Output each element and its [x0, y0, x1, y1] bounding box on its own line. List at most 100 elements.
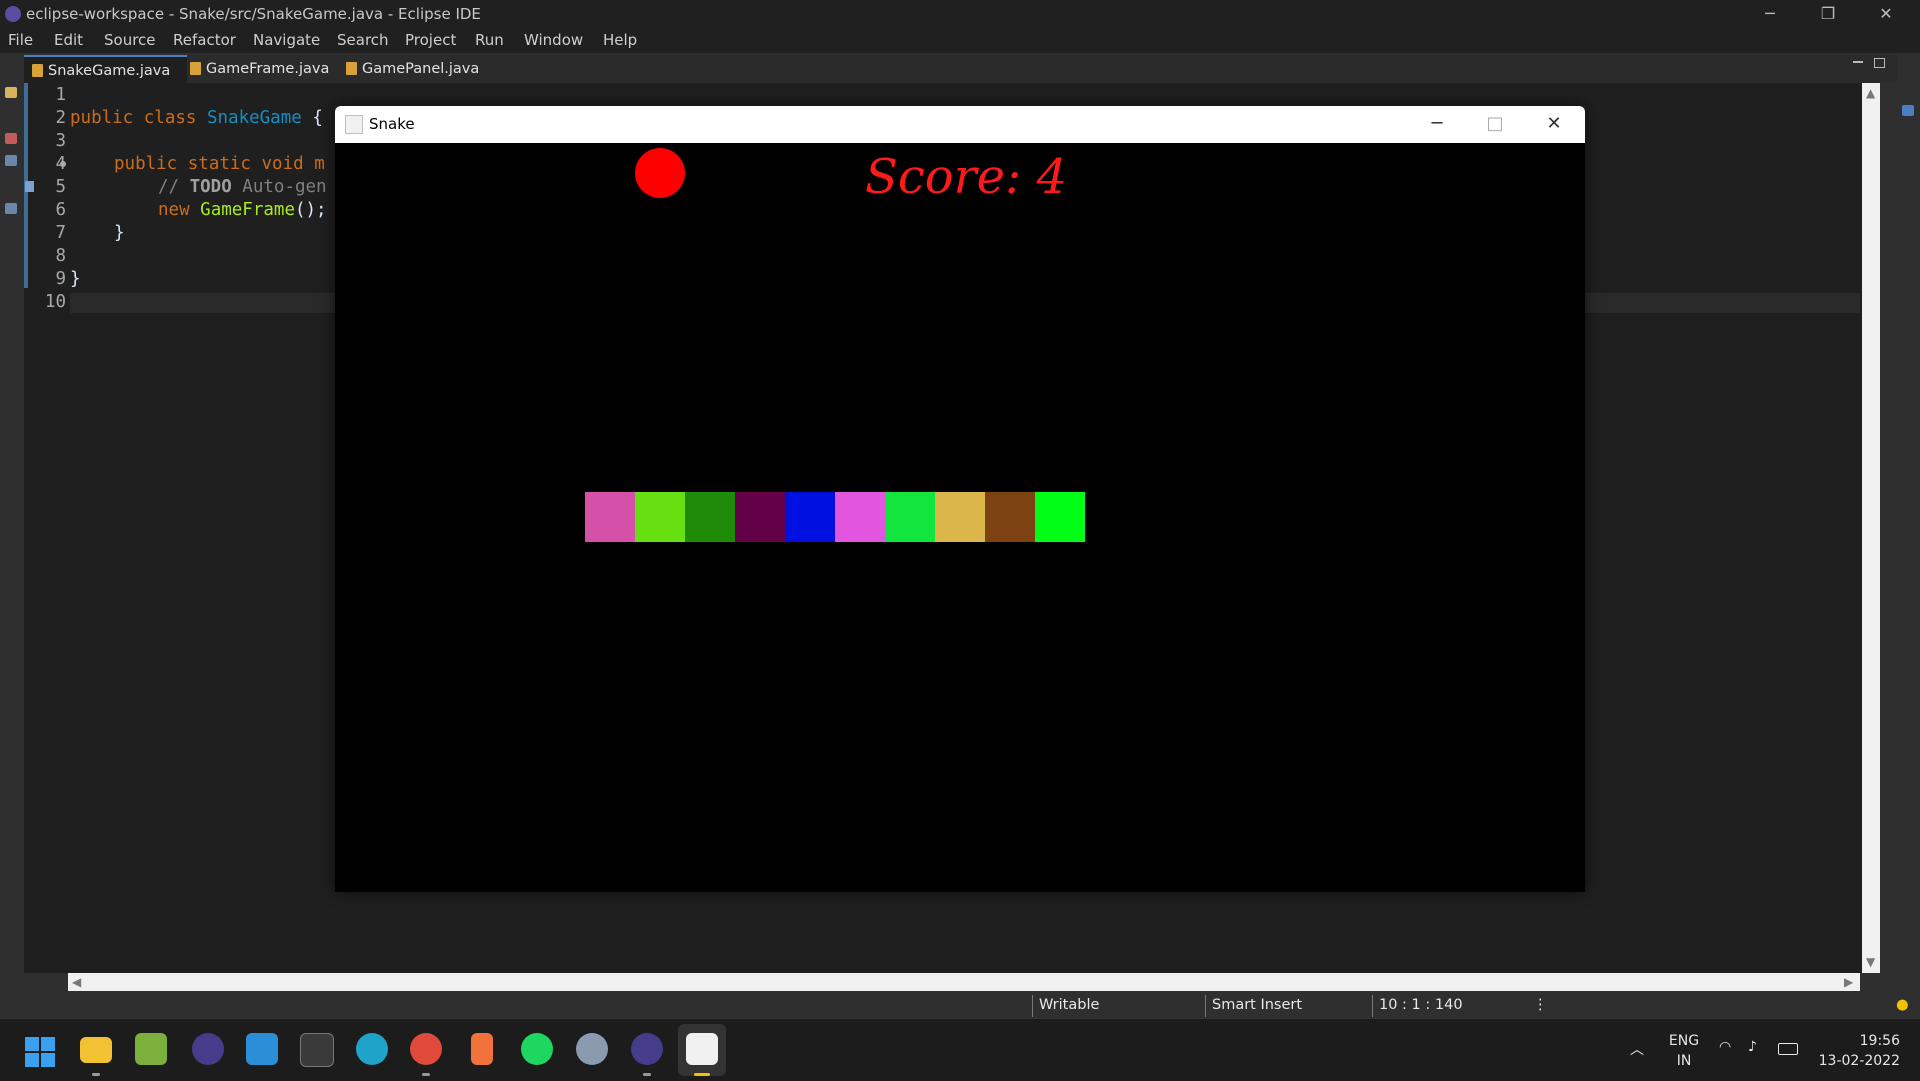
- clock-date[interactable]: 13-02-2022: [1800, 1053, 1900, 1069]
- language-code[interactable]: ENG: [1666, 1033, 1702, 1049]
- java-file-icon: [346, 62, 357, 75]
- snake-maximize-button[interactable]: □: [1475, 111, 1515, 137]
- code-line-7: }: [114, 223, 125, 243]
- status-separator: [1372, 995, 1373, 1017]
- menu-window[interactable]: Window: [524, 31, 583, 49]
- line-number: 2: [55, 108, 66, 128]
- code-keyword: public class: [70, 108, 207, 128]
- running-indicator: [92, 1073, 100, 1076]
- code-comment: //: [158, 177, 190, 197]
- vscode-icon[interactable]: [246, 1033, 278, 1065]
- code-keyword: new: [158, 200, 201, 220]
- status-menu-icon[interactable]: ⋮: [1533, 997, 1548, 1013]
- status-cursor-position: 10 : 1 : 140: [1379, 997, 1463, 1013]
- left-trim-bar: [0, 83, 22, 1018]
- settings-icon[interactable]: [576, 1033, 608, 1065]
- clock-time[interactable]: 19:56: [1820, 1033, 1900, 1049]
- scroll-right-icon[interactable]: ▶: [1844, 975, 1853, 989]
- menu-bar: File Edit Source Refactor Navigate Searc…: [0, 28, 1920, 53]
- status-insert-mode: Smart Insert: [1212, 997, 1303, 1013]
- file-explorer-icon[interactable]: [80, 1037, 112, 1063]
- spotify-icon[interactable]: [521, 1033, 553, 1065]
- outline-icon[interactable]: [5, 133, 17, 144]
- apple: [635, 148, 685, 198]
- scroll-down-icon[interactable]: ▼: [1866, 955, 1875, 969]
- snake-minimize-button[interactable]: ─: [1417, 111, 1457, 137]
- scroll-left-icon[interactable]: ◀: [72, 975, 81, 989]
- code-line-5: // TODO Auto-gen: [158, 177, 327, 197]
- editor-tab-bar: SnakeGame.java × GameFrame.java GamePane…: [24, 55, 1904, 107]
- line-number: 1: [55, 85, 66, 105]
- window-title: eclipse-workspace - Snake/src/SnakeGame.…: [26, 5, 481, 23]
- line-number: 3: [55, 131, 66, 151]
- eclipse-icon[interactable]: [631, 1033, 663, 1065]
- close-button[interactable]: ✕: [1857, 0, 1915, 28]
- wifi-icon[interactable]: ◠: [1719, 1039, 1731, 1055]
- vertical-scrollbar[interactable]: ▲ ▼: [1862, 83, 1880, 973]
- hierarchy-icon[interactable]: [5, 155, 17, 166]
- menu-project[interactable]: Project: [405, 31, 456, 49]
- start-icon[interactable]: [25, 1037, 55, 1067]
- eclipse-icon[interactable]: [192, 1033, 224, 1065]
- menu-edit[interactable]: Edit: [54, 31, 83, 49]
- tip-lightbulb-icon[interactable]: ●: [1896, 997, 1909, 1013]
- line-number: 6: [55, 200, 66, 220]
- status-writable: Writable: [1039, 997, 1100, 1013]
- battery-icon[interactable]: [1778, 1043, 1798, 1055]
- active-indicator: [694, 1073, 710, 1076]
- language-region[interactable]: IN: [1666, 1053, 1702, 1069]
- package-explorer-icon[interactable]: [5, 87, 17, 98]
- code-todo: TODO: [189, 177, 232, 197]
- menu-run[interactable]: Run: [475, 31, 504, 49]
- snake-segment: [735, 492, 785, 542]
- menu-file[interactable]: File: [8, 31, 33, 49]
- restore-button[interactable]: ❐: [1799, 0, 1857, 28]
- tab-label: GamePanel.java: [362, 61, 480, 77]
- java-file-icon: [190, 62, 201, 75]
- tab-snakegame[interactable]: SnakeGame.java ×: [24, 55, 187, 107]
- tab-label: SnakeGame.java: [48, 63, 171, 79]
- chrome-icon[interactable]: [410, 1033, 442, 1065]
- menu-navigate[interactable]: Navigate: [253, 31, 320, 49]
- running-indicator: [422, 1073, 430, 1076]
- tab-gameframe[interactable]: GameFrame.java: [186, 55, 340, 83]
- snake-segment: [835, 492, 885, 542]
- horizontal-scrollbar[interactable]: ◀ ▶: [68, 973, 1860, 991]
- tab-label: GameFrame.java: [206, 61, 330, 77]
- java-icon[interactable]: [686, 1033, 718, 1065]
- line-number: 9: [55, 269, 66, 289]
- terminal-icon[interactable]: [300, 1033, 334, 1067]
- line-number: 8: [55, 246, 66, 266]
- volume-icon[interactable]: ♪: [1748, 1039, 1757, 1055]
- code-text: {: [301, 108, 323, 128]
- snake-window-title: Snake: [369, 115, 415, 133]
- menu-source[interactable]: Source: [104, 31, 156, 49]
- figma-icon[interactable]: [471, 1033, 493, 1065]
- tab-gamepanel[interactable]: GamePanel.java: [342, 55, 496, 83]
- game-canvas[interactable]: Score: 4: [335, 143, 1585, 892]
- code-line-9: }: [70, 269, 81, 289]
- menu-search[interactable]: Search: [337, 31, 389, 49]
- snake-segment: [885, 492, 935, 542]
- menu-refactor[interactable]: Refactor: [173, 31, 236, 49]
- image-viewer-icon[interactable]: [135, 1033, 167, 1065]
- minimize-view-icon[interactable]: [1853, 61, 1863, 63]
- fold-marker-icon[interactable]: [60, 161, 66, 167]
- tray-chevron-icon[interactable]: ︿: [1630, 1039, 1644, 1059]
- status-separator: [1205, 995, 1206, 1017]
- code-text: m: [303, 154, 325, 174]
- code-line-4: public static void m: [114, 154, 325, 174]
- code-keyword: public static void: [114, 154, 304, 174]
- right-trim-bar: [1897, 55, 1920, 1015]
- snake-segment: [585, 492, 635, 542]
- maximize-view-icon[interactable]: [1874, 58, 1885, 68]
- task-list-icon[interactable]: [1902, 105, 1914, 116]
- minimize-button[interactable]: ─: [1741, 0, 1799, 28]
- snake-segment: [985, 492, 1035, 542]
- edge-icon[interactable]: [356, 1033, 388, 1065]
- snake-close-button[interactable]: ✕: [1534, 111, 1574, 137]
- menu-help[interactable]: Help: [603, 31, 637, 49]
- scroll-up-icon[interactable]: ▲: [1866, 86, 1875, 100]
- status-separator: [1032, 995, 1033, 1017]
- problems-icon[interactable]: [5, 203, 17, 214]
